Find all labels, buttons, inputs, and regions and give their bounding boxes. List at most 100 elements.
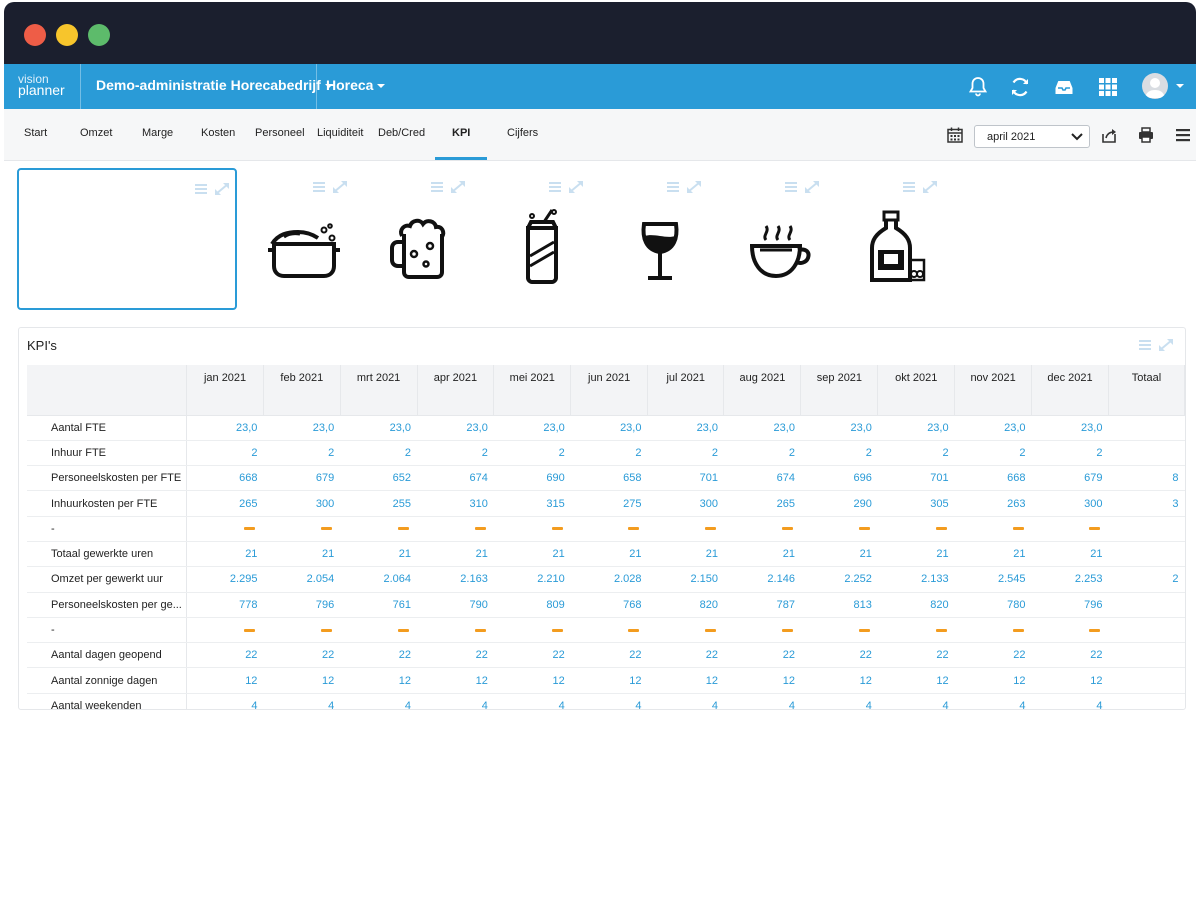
value-cell[interactable]: 2 (647, 440, 724, 467)
column-header[interactable]: nov 2021 (954, 365, 1033, 390)
value-cell[interactable]: 4 (263, 693, 341, 709)
column-header[interactable]: okt 2021 (877, 365, 956, 390)
value-cell[interactable]: 690 (493, 465, 571, 492)
value-cell[interactable]: 23,0 (723, 415, 801, 441)
value-cell[interactable]: 22 (954, 642, 1032, 669)
empty-value-dash[interactable] (954, 516, 1032, 542)
value-cell[interactable] (1108, 667, 1185, 694)
value-cell[interactable]: 23,0 (570, 415, 648, 441)
value-cell[interactable]: 12 (340, 667, 418, 694)
value-cell[interactable]: 4 (877, 693, 955, 709)
empty-value-dash[interactable] (1108, 516, 1185, 542)
value-cell[interactable]: 2 (1031, 440, 1109, 467)
value-cell[interactable]: 21 (877, 541, 955, 568)
value-cell[interactable]: 4 (570, 693, 648, 709)
empty-value-dash[interactable] (800, 516, 878, 542)
table-row[interactable]: Omzet per gewerkt uur 2.295 2.054 2.064 2.16… (27, 566, 1185, 593)
value-cell[interactable]: 652 (340, 465, 418, 492)
value-cell[interactable]: 22 (1031, 642, 1109, 669)
empty-value-dash[interactable] (263, 516, 341, 542)
user-avatar[interactable] (1142, 73, 1168, 99)
value-cell[interactable]: 22 (723, 642, 801, 669)
value-cell[interactable]: 2 (954, 440, 1032, 467)
value-cell[interactable]: 21 (647, 541, 724, 568)
value-cell[interactable]: 22 (570, 642, 648, 669)
widget-food-pot[interactable] (264, 168, 372, 310)
window-maximize-button[interactable] (88, 24, 110, 46)
widget-menu-expand-icons[interactable] (547, 180, 587, 194)
value-cell[interactable]: 12 (647, 667, 724, 694)
column-header[interactable]: jan 2021 (186, 365, 264, 390)
value-cell[interactable]: 315 (493, 490, 571, 517)
value-cell[interactable]: 4 (493, 693, 571, 709)
apps-grid-icon[interactable] (1096, 75, 1120, 99)
value-cell[interactable]: 12 (493, 667, 571, 694)
value-cell[interactable]: 768 (570, 592, 648, 618)
empty-value-dash[interactable] (723, 617, 801, 644)
column-header[interactable]: mei 2021 (493, 365, 572, 390)
value-cell[interactable]: 2.150 (647, 566, 724, 593)
table-row[interactable]: Aantal FTE 23,0 23,0 23,0 23,0 23,0 23,0 23,0 23… (27, 415, 1185, 441)
value-cell[interactable]: 22 (186, 642, 264, 669)
empty-value-dash[interactable] (570, 516, 648, 542)
value-cell[interactable] (1108, 693, 1185, 709)
table-row[interactable]: Aantal dagen geopend 22 22 22 22 22 22 22 22 22 22… (27, 642, 1185, 669)
value-cell[interactable]: 263 (954, 490, 1032, 517)
value-cell[interactable]: 4 (954, 693, 1032, 709)
value-cell[interactable]: 21 (417, 541, 494, 568)
value-cell[interactable]: 21 (263, 541, 341, 568)
value-cell[interactable]: 290 (800, 490, 878, 517)
value-cell[interactable]: 12 (954, 667, 1032, 694)
value-cell[interactable]: 679 (263, 465, 341, 492)
value-cell[interactable]: 22 (340, 642, 418, 669)
value-cell[interactable]: 2.064 (340, 566, 418, 593)
value-cell[interactable]: 12 (1031, 667, 1109, 694)
value-cell[interactable]: 2.054 (263, 566, 341, 593)
table-row[interactable]: Inhuur FTE 2 2 2 2 2 2 2 2 2 2 2 2 (27, 440, 1185, 467)
value-cell[interactable]: 2 (263, 440, 341, 467)
value-cell[interactable]: 2.252 (800, 566, 878, 593)
value-cell[interactable]: 300 (1031, 490, 1109, 517)
tab-omzet[interactable]: Omzet (80, 127, 112, 139)
value-cell[interactable]: 787 (723, 592, 801, 618)
value-cell[interactable]: 2 (1108, 566, 1185, 593)
value-cell[interactable]: 23,0 (340, 415, 418, 441)
widget-liquor[interactable] (854, 168, 962, 310)
value-cell[interactable]: 761 (340, 592, 418, 618)
value-cell[interactable]: 4 (800, 693, 878, 709)
column-header[interactable]: mrt 2021 (340, 365, 418, 390)
value-cell[interactable]: 658 (570, 465, 648, 492)
table-row[interactable]: Totaal gewerkte uren 21 21 21 21 21 21 21 21 21 21… (27, 541, 1185, 568)
widget-beer[interactable] (382, 168, 490, 310)
empty-value-dash[interactable] (1108, 617, 1185, 644)
value-cell[interactable]: 22 (877, 642, 955, 669)
value-cell[interactable] (1108, 415, 1185, 441)
empty-value-dash[interactable] (877, 516, 955, 542)
value-cell[interactable]: 21 (493, 541, 571, 568)
column-header[interactable]: Totaal (1108, 365, 1185, 390)
column-header[interactable]: aug 2021 (723, 365, 802, 390)
value-cell[interactable]: 820 (647, 592, 724, 618)
column-header[interactable]: feb 2021 (263, 365, 341, 390)
widget-menu-expand-icons[interactable] (901, 180, 941, 194)
table-row[interactable]: - (27, 617, 1185, 644)
value-cell[interactable]: 2.210 (493, 566, 571, 593)
print-icon[interactable] (1137, 126, 1155, 144)
value-cell[interactable]: 265 (723, 490, 801, 517)
calendar-icon[interactable] (946, 126, 964, 144)
empty-value-dash[interactable] (647, 516, 724, 542)
value-cell[interactable]: 12 (417, 667, 494, 694)
widget-menu-expand-icons[interactable] (783, 180, 823, 194)
empty-value-dash[interactable] (493, 516, 571, 542)
table-row[interactable]: Personeelskosten per FTE 668 679 652 674 690 6… (27, 465, 1185, 492)
tab-kosten[interactable]: Kosten (201, 127, 235, 139)
value-cell[interactable]: 305 (877, 490, 955, 517)
value-cell[interactable]: 23,0 (493, 415, 571, 441)
value-cell[interactable]: 23,0 (877, 415, 955, 441)
value-cell[interactable]: 22 (263, 642, 341, 669)
value-cell[interactable]: 8 (1108, 465, 1185, 492)
value-cell[interactable]: 300 (263, 490, 341, 517)
value-cell[interactable]: 21 (723, 541, 801, 568)
administration-dropdown[interactable]: Demo-administratie Horecabedrijf (96, 77, 333, 93)
widget-soda[interactable] (500, 168, 608, 310)
